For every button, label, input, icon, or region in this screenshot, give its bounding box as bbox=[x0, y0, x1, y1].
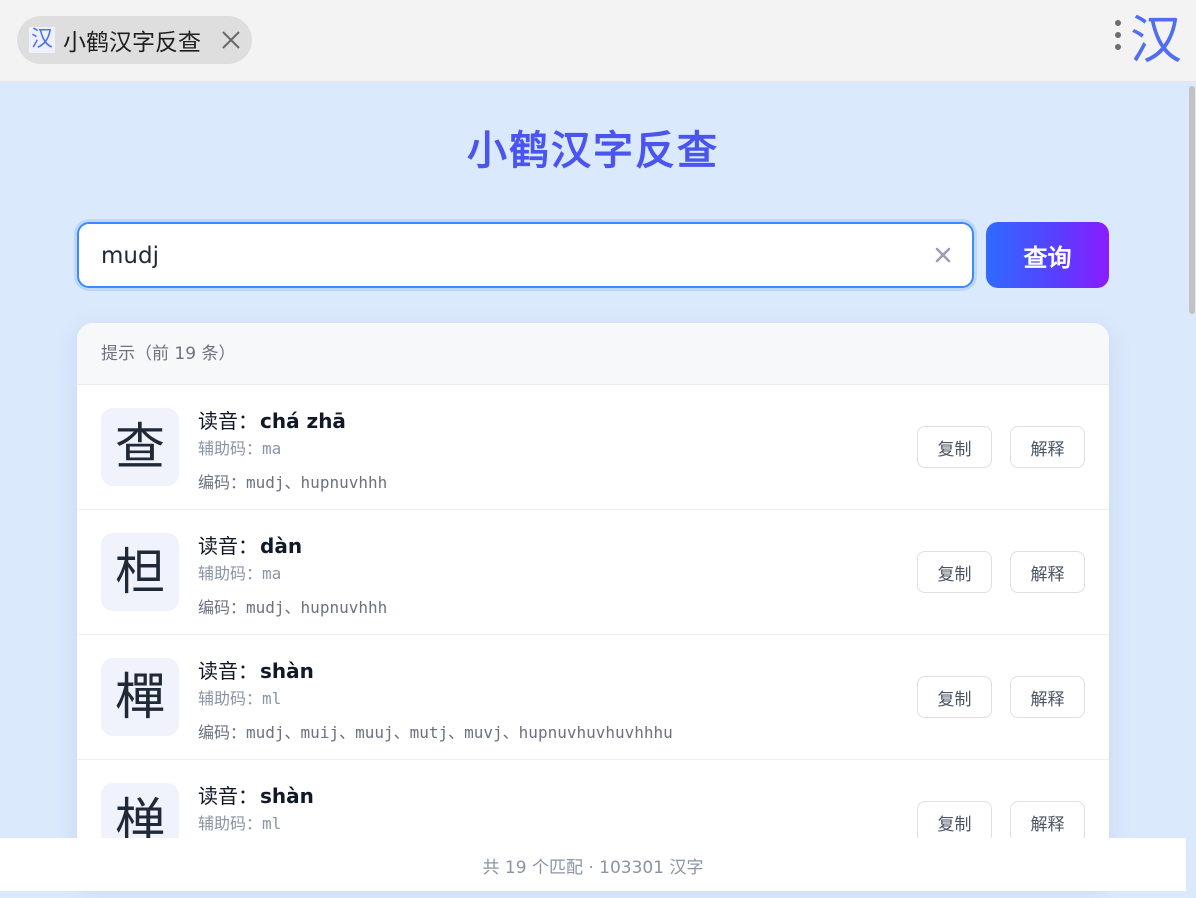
results-header: 提示（前 19 条） bbox=[77, 323, 1109, 385]
scrollbar-thumb[interactable] bbox=[1189, 86, 1195, 314]
query-button[interactable]: 查询 bbox=[986, 222, 1109, 288]
character-tile: 查 bbox=[101, 408, 179, 486]
pinyin: shàn bbox=[260, 659, 314, 683]
copy-button[interactable]: 复制 bbox=[917, 551, 992, 593]
reading: 读音： shàn bbox=[198, 784, 314, 808]
pinyin: dàn bbox=[260, 534, 303, 558]
codes: 编码：mudj、hupnuvhhh bbox=[198, 473, 388, 492]
more-menu-icon[interactable] bbox=[1112, 20, 1124, 58]
reading: 读音： shàn bbox=[198, 659, 314, 683]
explain-button[interactable]: 解释 bbox=[1010, 426, 1085, 468]
page-title: 小鹤汉字反查 bbox=[467, 128, 719, 174]
tab-title: 小鹤汉字反查 bbox=[63, 30, 201, 56]
close-icon[interactable] bbox=[220, 29, 242, 51]
results-card: 提示（前 19 条） 查 读音： chá zhā 辅助码：ma 编码：mudj、h… bbox=[77, 323, 1109, 883]
pinyin: chá zhā bbox=[260, 409, 346, 433]
codes: 编码：mudj、muij、muuj、mutj、muvj、hupnuvhuvhuv… bbox=[198, 723, 673, 742]
status-footer: 共 19 个匹配 · 103301 汉字 bbox=[0, 838, 1186, 891]
character-tile: 樿 bbox=[101, 658, 179, 736]
app-logo-icon: 汉 bbox=[1130, 11, 1183, 71]
clear-icon[interactable] bbox=[934, 246, 952, 264]
app-favicon-icon: 汉 bbox=[29, 27, 55, 53]
reading: 读音： dàn bbox=[198, 534, 303, 558]
aux-code: 辅助码：ml bbox=[198, 814, 282, 833]
browser-tab[interactable]: 汉 小鹤汉字反查 bbox=[17, 16, 252, 64]
result-row: 樿 读音： shàn 辅助码：ml 编码：mudj、muij、muuj、mutj、… bbox=[77, 635, 1109, 760]
aux-code: 辅助码：ma bbox=[198, 439, 282, 458]
aux-code: 辅助码：ma bbox=[198, 564, 282, 583]
result-row: 柦 读音： dàn 辅助码：ma 编码：mudj、hupnuvhhh 复制 解释 bbox=[77, 510, 1109, 635]
codes: 编码：mudj、hupnuvhhh bbox=[198, 598, 388, 617]
pinyin: shàn bbox=[260, 784, 314, 808]
copy-button[interactable]: 复制 bbox=[917, 426, 992, 468]
character-tile: 柦 bbox=[101, 533, 179, 611]
browser-top-bar: 汉 小鹤汉字反查 汉 bbox=[0, 0, 1196, 82]
aux-code: 辅助码：ml bbox=[198, 689, 282, 708]
copy-button[interactable]: 复制 bbox=[917, 801, 992, 843]
search-input[interactable] bbox=[99, 238, 899, 274]
copy-button[interactable]: 复制 bbox=[917, 676, 992, 718]
explain-button[interactable]: 解释 bbox=[1010, 676, 1085, 718]
search-box bbox=[77, 222, 974, 288]
result-row: 查 读音： chá zhā 辅助码：ma 编码：mudj、hupnuvhhh 复制… bbox=[77, 385, 1109, 510]
explain-button[interactable]: 解释 bbox=[1010, 551, 1085, 593]
reading: 读音： chá zhā bbox=[198, 409, 346, 433]
explain-button[interactable]: 解释 bbox=[1010, 801, 1085, 843]
